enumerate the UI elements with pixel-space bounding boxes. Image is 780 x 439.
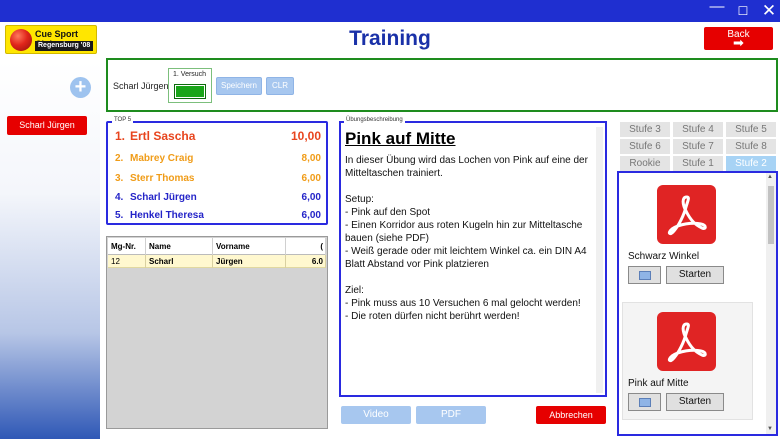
top5-panel: TOP 5 1. Ertl Sascha 10,00 2. Mabrey Cra… (106, 117, 328, 225)
grid-cell-value: 6.0 (286, 255, 326, 268)
tab-stufe-4[interactable]: Stufe 4 (673, 122, 723, 137)
grid-header-cell[interactable]: ( (286, 238, 326, 255)
tab-rookie[interactable]: Rookie (620, 156, 670, 171)
attempt-box: 1. Versuch (168, 68, 212, 103)
minimize-button[interactable]: — (704, 0, 730, 22)
tab-stufe-5[interactable]: Stufe 5 (726, 122, 776, 137)
top5-score: 10,00 (290, 129, 321, 143)
add-player-button[interactable]: + (70, 77, 91, 98)
close-button[interactable]: ✕ (756, 0, 780, 22)
top5-name: Mabrey Craig (130, 153, 194, 164)
logo-line-2: Regensburg '08 (35, 41, 94, 51)
top5-title: TOP 5 (112, 117, 134, 123)
goal-line: - Pink muss aus 10 Versuchen 6 mal geloc… (345, 298, 581, 309)
arrow-right-icon: ➡ (733, 35, 744, 50)
back-button[interactable]: Back ➡ (704, 27, 773, 50)
exercise-video-button[interactable] (628, 393, 661, 411)
result-entry-panel: Scharl Jürgen 1. Versuch Speichern CLR (106, 58, 778, 112)
table-row[interactable]: 12 Scharl Jürgen 6.0 (108, 255, 326, 268)
top5-score: 8,00 (301, 153, 321, 164)
billiard-ball-icon (10, 29, 32, 51)
pdf-icon[interactable] (657, 185, 716, 244)
top5-rank: 4. (115, 192, 124, 203)
exercise-intro: In dieser Übung wird das Lochen von Pink… (345, 155, 588, 179)
grid-header-cell[interactable]: Vorname (213, 238, 286, 255)
attempt-label: 1. Versuch (173, 71, 207, 78)
exercise-title: Pink auf Mitte (345, 129, 456, 148)
video-icon (639, 398, 651, 407)
setup-line: - Pink auf den Spot (345, 207, 431, 218)
tab-stufe-6[interactable]: Stufe 6 (620, 139, 670, 154)
top5-score: 6,00 (301, 210, 321, 221)
grid-cell-nr: 12 (108, 255, 146, 268)
top5-rank: 1. (115, 129, 126, 143)
exercise-start-button[interactable]: Starten (666, 266, 724, 284)
top5-name: Henkel Theresa (130, 210, 204, 221)
top5-score: 6,00 (301, 173, 321, 184)
tab-stufe-1[interactable]: Stufe 1 (673, 156, 723, 171)
video-icon (639, 271, 651, 280)
scrollbar-thumb[interactable] (768, 186, 774, 244)
tab-stufe-7[interactable]: Stufe 7 (673, 139, 723, 154)
setup-line: - Weiß gerade oder mit leichtem Winkel c… (345, 246, 587, 270)
top5-name: Scharl Jürgen (130, 192, 197, 203)
maximize-button[interactable]: ☐ (730, 0, 756, 22)
sidebar-player-button[interactable]: Scharl Jürgen (7, 116, 87, 135)
setup-heading: Setup: (345, 194, 374, 205)
grid-header-cell[interactable]: Mg-Nr. (108, 238, 146, 255)
video-button[interactable]: Video (341, 406, 411, 424)
grid-cell-vorname: Jürgen (213, 255, 286, 268)
top5-name: Sterr Thomas (130, 173, 195, 184)
exercise-start-button[interactable]: Starten (666, 393, 724, 411)
top5-rank: 2. (115, 153, 124, 164)
scroll-down-icon[interactable]: ▼ (767, 426, 773, 432)
goal-line: - Die roten dürfen nicht berührt werden! (345, 311, 520, 322)
clear-button[interactable]: CLR (266, 77, 294, 95)
club-logo: Cue Sport Club Regensburg '08 (5, 25, 97, 54)
tab-stufe-8[interactable]: Stufe 8 (726, 139, 776, 154)
tab-stufe-3[interactable]: Stufe 3 (620, 122, 670, 137)
scroll-up-icon[interactable]: ▲ (767, 174, 773, 180)
setup-line: - Einen Korridor aus roten Kugeln hin zu… (345, 220, 583, 244)
grid-header-cell[interactable]: Name (146, 238, 213, 255)
top5-name: Ertl Sascha (130, 129, 196, 143)
exercise-text: In dieser Übung wird das Lochen von Pink… (345, 154, 597, 323)
goal-heading: Ziel: (345, 285, 364, 296)
save-button[interactable]: Speichern (216, 77, 262, 95)
exercise-name: Schwarz Winkel (628, 251, 700, 262)
grid-header: Mg-Nr. Name Vorname ( (108, 238, 326, 255)
top5-rank: 5. (115, 210, 124, 221)
exercise-description-panel: Übungsbeschreibung Pink auf Mitte In die… (339, 117, 607, 397)
top5-rank: 3. (115, 173, 124, 184)
current-player-name: Scharl Jürgen (113, 81, 169, 91)
tab-stufe-2[interactable]: Stufe 2 (726, 156, 776, 171)
description-scrollbar[interactable] (596, 127, 603, 393)
exercise-video-button[interactable] (628, 266, 661, 284)
top5-score: 6,00 (301, 192, 321, 203)
exercise-name: Pink auf Mitte (628, 378, 689, 389)
grid-cell-name: Scharl (146, 255, 213, 268)
pdf-icon[interactable] (657, 312, 716, 371)
window-titlebar (0, 0, 780, 22)
description-group-label: Übungsbeschreibung (344, 117, 405, 123)
page-title: Training (349, 27, 431, 50)
results-grid[interactable]: Mg-Nr. Name Vorname ( 12 Scharl Jürgen 6… (106, 236, 328, 429)
pdf-button[interactable]: PDF (416, 406, 486, 424)
cancel-button[interactable]: Abbrechen (536, 406, 606, 424)
attempt-input[interactable] (174, 84, 206, 99)
